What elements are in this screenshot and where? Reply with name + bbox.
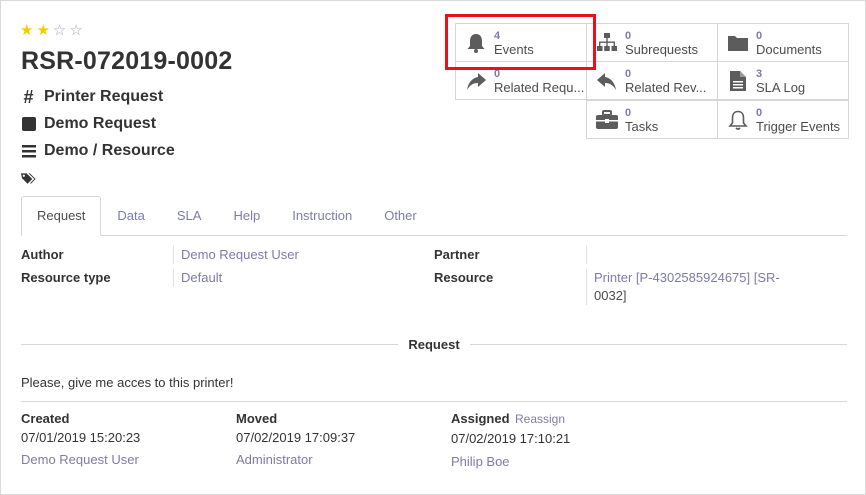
assigned-user-link[interactable]: Philip Boe (451, 454, 510, 469)
related-reversed-label: Related Rev... (625, 80, 707, 95)
sitemap-icon (591, 32, 623, 54)
related-requests-count: 0 (494, 67, 501, 80)
subrequests-label: Subrequests (625, 42, 698, 57)
file-icon (722, 70, 754, 92)
moved-label: Moved (236, 411, 278, 426)
created-user-link[interactable]: Demo Request User (21, 452, 139, 467)
hash-icon: # (23, 86, 34, 107)
square-icon (21, 117, 36, 132)
tab-sla[interactable]: SLA (161, 196, 218, 236)
request-text: Please, give me acces to this printer! (21, 375, 234, 390)
moved-date: 07/02/2019 17:09:37 (236, 430, 356, 445)
request-type-line: # Printer Request (21, 86, 164, 107)
sla-log-count: 3 (756, 67, 763, 80)
documents-button[interactable]: 0 Documents (717, 23, 849, 62)
bell-outline-icon (722, 109, 754, 131)
reply-icon (591, 70, 623, 92)
tags-line (21, 171, 36, 186)
resource-value[interactable]: Printer [P-4302585924675] [SR- 0032] (586, 269, 796, 305)
priority-rating[interactable]: ★★☆☆ (20, 21, 86, 39)
resource-type-label: Resource type (21, 270, 111, 285)
tasks-label: Tasks (625, 119, 659, 134)
events-label: Events (494, 42, 534, 57)
tasks-count: 0 (625, 106, 632, 119)
created-date: 07/01/2019 15:20:23 (21, 430, 141, 445)
trigger-events-count: 0 (756, 106, 763, 119)
partner-value[interactable] (586, 246, 786, 264)
moved-user-link[interactable]: Administrator (236, 452, 313, 467)
star-4-icon[interactable]: ☆ (69, 21, 85, 39)
folder-icon (722, 33, 754, 53)
service-line: Demo / Resource (21, 142, 175, 160)
star-3-icon[interactable]: ☆ (53, 21, 69, 39)
subrequests-button[interactable]: 0 Subrequests (586, 23, 718, 62)
trigger-events-label: Trigger Events (756, 119, 841, 134)
request-separator: Request (21, 335, 848, 353)
related-reversed-count: 0 (625, 67, 632, 80)
author-label: Author (21, 247, 64, 262)
request-type: Printer Request (44, 88, 164, 105)
subrequests-count: 0 (625, 29, 632, 42)
category-line: Demo Request (21, 115, 156, 133)
assigned-label: Assigned (451, 411, 510, 426)
related-reversed-button[interactable]: 0 Related Rev... (586, 61, 718, 100)
tab-instruction[interactable]: Instruction (276, 196, 368, 236)
created-label: Created (21, 411, 70, 426)
related-requests-label: Related Requ... (494, 80, 585, 95)
documents-count: 0 (756, 29, 763, 42)
tab-request[interactable]: Request (21, 196, 102, 236)
documents-label: Documents (756, 42, 822, 57)
tab-other[interactable]: Other (368, 196, 433, 236)
partner-label: Partner (434, 247, 480, 262)
request-form: ★★☆☆ RSR-072019-0002 # Printer Request D… (0, 0, 866, 495)
separator-line-right (469, 343, 848, 345)
resource-link-tail[interactable]: 0032] (594, 288, 627, 303)
tasks-button[interactable]: 0 Tasks (586, 100, 718, 139)
resource-label: Resource (434, 270, 494, 285)
assigned-date: 07/02/2019 17:10:21 (451, 431, 571, 446)
star-2-icon[interactable]: ★ (36, 21, 52, 39)
events-count: 4 (494, 29, 501, 42)
sla-log-button[interactable]: 3 SLA Log (717, 61, 849, 100)
trigger-events-button[interactable]: 0 Trigger Events (717, 100, 849, 139)
bars-icon (21, 144, 36, 159)
separator-line-left (21, 343, 399, 345)
bell-icon (460, 32, 492, 54)
request-section-title: Request (408, 336, 460, 352)
reassign-link[interactable]: Reassign (515, 412, 565, 426)
resource-link[interactable]: Printer [P-4302585924675] [SR- (594, 270, 780, 285)
related-requests-button[interactable]: 0 Related Requ... (455, 61, 587, 100)
notebook-tabs: Request Data SLA Help Instruction Other (21, 196, 847, 236)
sla-log-label: SLA Log (756, 80, 806, 95)
request-service: Demo / Resource (44, 142, 175, 159)
divider (21, 401, 847, 402)
events-button[interactable]: 4 Events (455, 23, 587, 62)
tab-help[interactable]: Help (217, 196, 276, 236)
author-link[interactable]: Demo Request User (173, 246, 299, 264)
star-1-icon[interactable]: ★ (20, 21, 36, 39)
record-title: RSR-072019-0002 (21, 47, 233, 75)
resource-type-link[interactable]: Default (173, 269, 222, 287)
request-category: Demo Request (44, 115, 157, 132)
tags-icon[interactable] (21, 171, 36, 186)
share-icon (460, 70, 492, 92)
briefcase-icon (591, 109, 623, 130)
tab-data[interactable]: Data (101, 196, 160, 236)
smart-buttons: 4 Events 0 Subrequests 0 Documents 0 Related… (455, 23, 849, 140)
